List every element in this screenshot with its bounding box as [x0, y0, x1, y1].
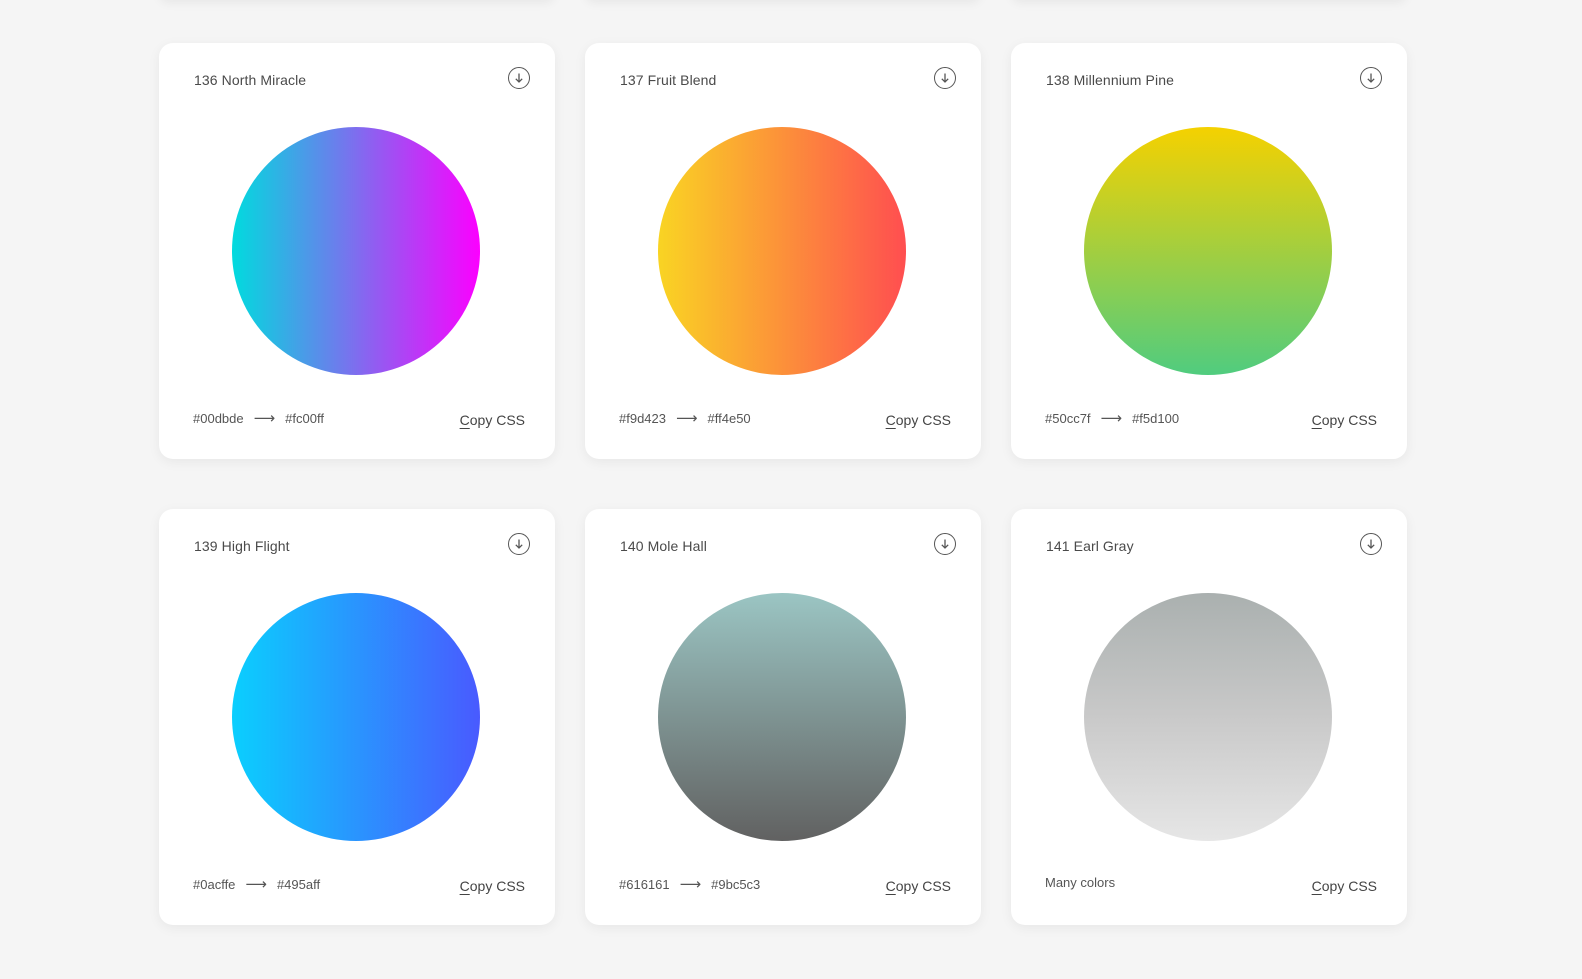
copy-css-rest: opy CSS [469, 878, 525, 894]
arrow-down-icon [1367, 73, 1375, 83]
color-to[interactable]: #f5d100 [1132, 411, 1179, 426]
gradient-card: 141 Earl Gray Many colors Copy CSS [1011, 509, 1407, 925]
arrow-right-icon: ⟶ [676, 410, 698, 427]
download-button[interactable] [1360, 67, 1382, 89]
arrow-down-icon [941, 539, 949, 549]
copy-css-access-key: C [1311, 878, 1322, 894]
color-from[interactable]: #0acffe [193, 877, 235, 892]
gradient-card: 136 North Miracle #00dbde ⟶ #fc00ff Copy… [159, 43, 555, 459]
copy-css-rest: opy CSS [895, 412, 951, 428]
gradient-card: 138 Millennium Pine #50cc7f ⟶ #f5d100 Co… [1011, 43, 1407, 459]
arrow-right-icon: ⟶ [245, 876, 267, 893]
copy-css-access-key: C [885, 878, 896, 894]
color-stops: #00dbde ⟶ #fc00ff [193, 409, 324, 427]
arrow-down-icon [941, 73, 949, 83]
color-to[interactable]: #9bc5c3 [711, 877, 760, 892]
gradient-swatch[interactable] [658, 593, 906, 841]
color-to[interactable]: #ff4e50 [708, 411, 751, 426]
gradient-card: 139 High Flight #0acffe ⟶ #495aff Copy C… [159, 509, 555, 925]
download-button[interactable] [934, 533, 956, 555]
gradient-title: 141 Earl Gray [1046, 538, 1134, 554]
color-from[interactable]: #616161 [619, 877, 670, 892]
arrow-right-icon: ⟶ [1100, 410, 1123, 427]
copy-css-rest: opy CSS [469, 412, 525, 428]
many-colors-label: Many colors [1045, 875, 1116, 890]
arrow-right-icon: ⟶ [679, 876, 702, 893]
arrow-down-icon [515, 539, 523, 549]
gradient-swatch[interactable] [232, 593, 480, 841]
color-stops: #f9d423 ⟶ #ff4e50 [619, 409, 751, 427]
copy-css-button[interactable]: Copy CSS [886, 412, 951, 428]
copy-css-access-key: C [459, 878, 470, 894]
gradient-grid: 136 North Miracle #00dbde ⟶ #fc00ff Copy… [159, 43, 1407, 925]
copy-css-rest: opy CSS [1321, 412, 1377, 428]
copy-css-button[interactable]: Copy CSS [1312, 412, 1377, 428]
arrow-down-icon [1367, 539, 1375, 549]
arrow-right-icon: ⟶ [253, 410, 276, 427]
color-stops: #50cc7f ⟶ #f5d100 [1045, 409, 1179, 427]
color-stops: #0acffe ⟶ #495aff [193, 875, 320, 893]
gradient-gallery-page: 136 North Miracle #00dbde ⟶ #fc00ff Copy… [0, 0, 1582, 979]
download-button[interactable] [1360, 533, 1382, 555]
gradient-swatch[interactable] [1084, 127, 1332, 375]
copy-css-access-key: C [459, 412, 470, 428]
copy-css-rest: opy CSS [1321, 878, 1377, 894]
download-button[interactable] [934, 67, 956, 89]
download-button[interactable] [508, 533, 530, 555]
color-to[interactable]: #495aff [277, 877, 320, 892]
gradient-swatch[interactable] [658, 127, 906, 375]
copy-css-rest: opy CSS [895, 878, 951, 894]
gradient-swatch[interactable] [232, 127, 480, 375]
copy-css-button[interactable]: Copy CSS [1312, 878, 1377, 894]
copy-css-access-key: C [885, 412, 896, 428]
color-stops: #616161 ⟶ #9bc5c3 [619, 875, 760, 893]
copy-css-access-key: C [1311, 412, 1322, 428]
gradient-card: 140 Mole Hall #616161 ⟶ #9bc5c3 Copy CSS [585, 509, 981, 925]
gradient-card: 137 Fruit Blend #f9d423 ⟶ #ff4e50 Copy C… [585, 43, 981, 459]
gradient-title: 137 Fruit Blend [620, 72, 717, 88]
color-from[interactable]: #f9d423 [619, 411, 666, 426]
gradient-title: 136 North Miracle [194, 72, 307, 88]
color-to[interactable]: #fc00ff [285, 411, 324, 426]
gradient-swatch[interactable] [1084, 593, 1332, 841]
gradient-title: 140 Mole Hall [620, 538, 707, 554]
color-from[interactable]: #50cc7f [1045, 411, 1091, 426]
copy-css-button[interactable]: Copy CSS [460, 878, 525, 894]
copy-css-button[interactable]: Copy CSS [886, 878, 951, 894]
copy-css-button[interactable]: Copy CSS [460, 412, 525, 428]
gradient-title: 139 High Flight [194, 538, 290, 554]
arrow-down-icon [515, 73, 523, 83]
color-stops: Many colors [1045, 875, 1115, 890]
download-button[interactable] [508, 67, 530, 89]
gradient-title: 138 Millennium Pine [1046, 72, 1174, 88]
color-from[interactable]: #00dbde [193, 411, 244, 426]
